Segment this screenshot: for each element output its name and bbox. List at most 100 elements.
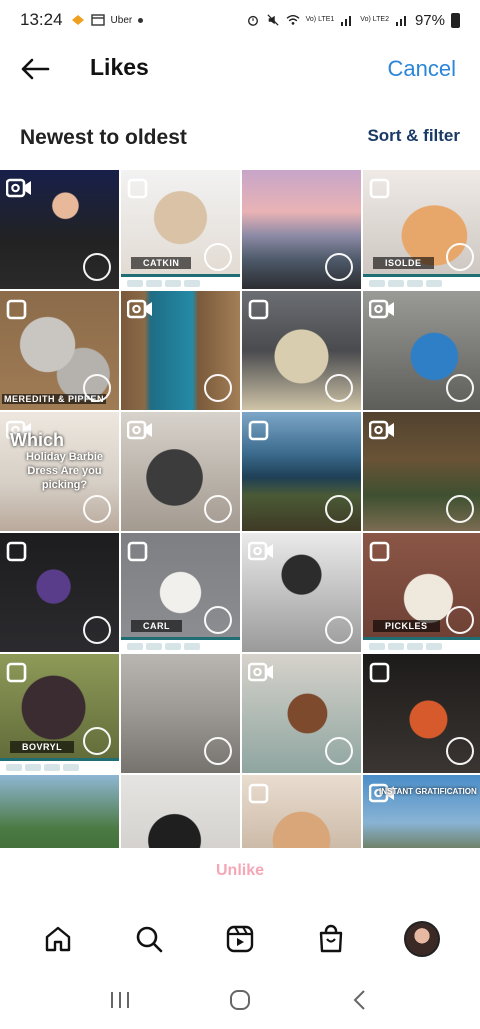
select-circle[interactable] — [83, 616, 111, 644]
select-circle[interactable] — [83, 727, 111, 755]
liked-post-tile[interactable] — [121, 412, 240, 531]
select-circle[interactable] — [83, 495, 111, 523]
video-icon — [126, 299, 153, 324]
carousel-icon — [369, 662, 391, 689]
nav-search[interactable] — [127, 917, 171, 961]
liked-post-tile[interactable] — [0, 775, 119, 848]
signal-icon-1 — [341, 16, 352, 26]
liked-post-tile[interactable] — [363, 412, 480, 531]
select-circle[interactable] — [325, 737, 353, 765]
select-circle[interactable] — [83, 253, 111, 281]
notification-icons: Uber — [71, 14, 144, 26]
liked-post-tile[interactable] — [242, 775, 361, 848]
liked-post-tile[interactable] — [363, 291, 480, 410]
liked-post-tile[interactable]: PICKLES — [363, 533, 480, 652]
calendar-icon — [90, 14, 105, 26]
pet-info-bar — [121, 274, 240, 289]
nav-reels[interactable] — [218, 917, 262, 961]
video-icon — [368, 299, 395, 324]
liked-post-tile[interactable] — [242, 412, 361, 531]
liked-post-tile[interactable]: INSTANT GRATIFICATION — [363, 775, 480, 848]
select-circle[interactable] — [446, 374, 474, 402]
nav-home[interactable] — [36, 917, 80, 961]
carousel-icon — [248, 299, 270, 326]
liked-post-tile[interactable]: Which Holiday Barbie Dress Are you pickin… — [0, 412, 119, 531]
pet-info-chip — [184, 279, 200, 287]
select-circle[interactable] — [446, 243, 474, 271]
liked-post-tile[interactable] — [363, 654, 480, 773]
pet-info-chip — [146, 642, 162, 650]
select-circle[interactable] — [83, 374, 111, 402]
nav-shop[interactable] — [309, 917, 353, 961]
liked-post-tile[interactable]: ISOLDE — [363, 170, 480, 289]
liked-post-tile[interactable] — [242, 170, 361, 289]
select-circle[interactable] — [204, 737, 232, 765]
video-icon — [247, 541, 274, 566]
mute-icon — [267, 14, 279, 26]
wifi-icon — [286, 15, 300, 25]
liked-post-tile[interactable]: CATKIN — [121, 170, 240, 289]
unlike-button[interactable]: Unlike — [0, 862, 480, 880]
select-circle[interactable] — [325, 495, 353, 523]
battery-percent: 97% — [414, 11, 445, 29]
pet-info-chip — [165, 642, 181, 650]
post-overlay-text: Which Holiday Barbie Dress Are you pickin… — [10, 430, 119, 492]
liked-post-tile[interactable] — [242, 654, 361, 773]
home-circle-icon — [230, 989, 250, 1010]
system-recent-apps-button[interactable] — [100, 980, 140, 1020]
notification-app-icon — [71, 15, 84, 25]
pet-info-chip — [146, 279, 162, 287]
select-circle[interactable] — [446, 737, 474, 765]
reels-icon — [226, 925, 254, 953]
nav-profile[interactable] — [400, 917, 444, 961]
liked-post-tile[interactable] — [0, 170, 119, 289]
lte1-label: Vo) LTE1 — [305, 16, 335, 23]
liked-post-tile[interactable]: CARL — [121, 533, 240, 652]
carousel-icon — [369, 541, 391, 568]
pet-info-chip — [165, 279, 181, 287]
liked-post-tile[interactable]: MEREDITH & PIPPEN — [0, 291, 119, 410]
pet-info-chip — [25, 763, 41, 771]
cancel-button[interactable]: Cancel — [388, 56, 456, 82]
liked-post-tile[interactable] — [242, 533, 361, 652]
pet-name-caption: BOVRYL — [10, 741, 75, 753]
back-button[interactable] — [18, 52, 52, 86]
pet-info-chip — [369, 279, 385, 287]
liked-post-tile[interactable]: BOVRYL — [0, 654, 119, 773]
recent-apps-icon — [111, 991, 129, 1008]
select-circle[interactable] — [325, 253, 353, 281]
select-circle[interactable] — [325, 616, 353, 644]
system-home-button[interactable] — [220, 980, 260, 1020]
liked-post-tile[interactable] — [121, 291, 240, 410]
pet-info-chip — [127, 642, 143, 650]
status-right: Vo) LTE1 Vo) LTE2 97% — [246, 12, 460, 29]
carousel-icon — [6, 541, 28, 568]
select-circle[interactable] — [446, 606, 474, 634]
post-overlay-body: INSTANT GRATIFICATION — [379, 787, 477, 796]
carousel-icon — [127, 178, 149, 205]
select-circle[interactable] — [204, 243, 232, 271]
select-circle[interactable] — [204, 495, 232, 523]
pet-info-chip — [127, 279, 143, 287]
system-nav — [0, 970, 480, 1029]
bottom-nav — [0, 910, 480, 968]
lte2-label: Vo) LTE2 — [360, 16, 389, 23]
post-overlay-body: Holiday Barbie Dress Are you picking? — [25, 451, 104, 491]
liked-post-tile[interactable] — [121, 654, 240, 773]
liked-post-tile[interactable] — [242, 291, 361, 410]
pet-info-bar — [0, 758, 119, 773]
select-circle[interactable] — [325, 374, 353, 402]
system-back-button[interactable] — [340, 980, 380, 1020]
select-circle[interactable] — [204, 606, 232, 634]
select-circle[interactable] — [204, 374, 232, 402]
select-circle[interactable] — [446, 495, 474, 523]
sort-filter-button[interactable]: Sort & filter — [367, 126, 460, 146]
liked-post-tile[interactable] — [121, 775, 240, 848]
liked-post-tile[interactable] — [0, 533, 119, 652]
carousel-icon — [127, 541, 149, 568]
alarm-icon — [247, 15, 258, 26]
video-icon — [247, 662, 274, 687]
carousel-icon — [369, 178, 391, 205]
pet-info-bar — [363, 637, 480, 652]
signal-icon-2 — [395, 16, 406, 26]
